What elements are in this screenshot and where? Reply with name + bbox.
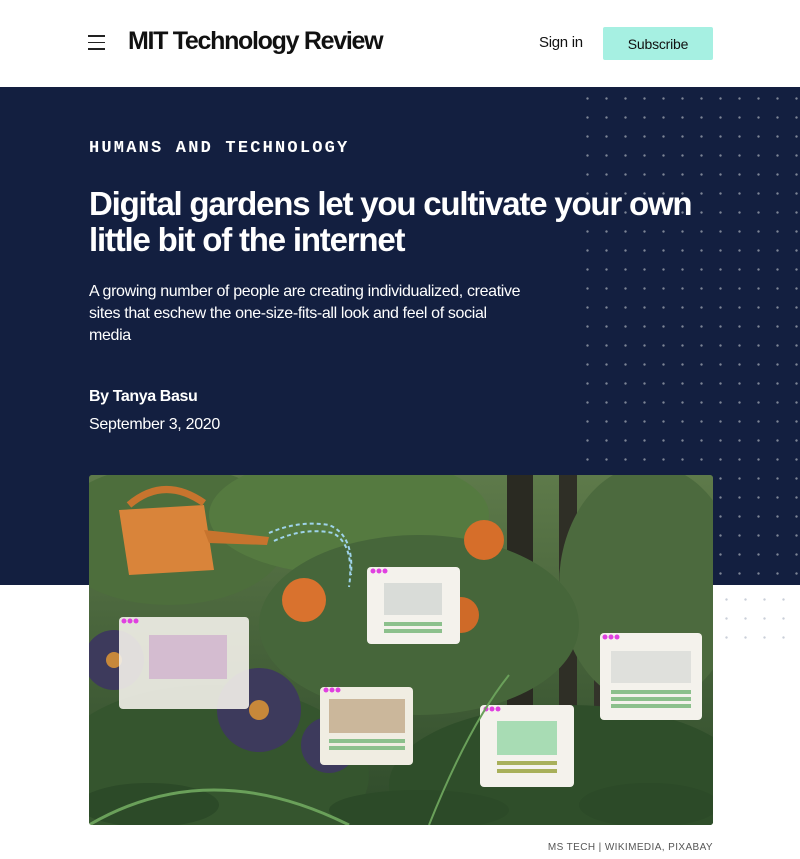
article-headline: Digital gardens let you cultivate your o… bbox=[89, 185, 693, 258]
byline: By Tanya Basu bbox=[89, 388, 198, 406]
sign-in-link[interactable]: Sign in bbox=[539, 34, 583, 51]
menu-icon[interactable] bbox=[88, 35, 105, 50]
site-logo[interactable]: MIT Technology Review bbox=[128, 27, 384, 56]
image-credit: MS TECH | WIKIMEDIA, PIXABAY bbox=[547, 842, 713, 853]
byline-prefix: By bbox=[89, 388, 113, 405]
garden-illustration bbox=[89, 475, 713, 825]
hero-illustration bbox=[89, 475, 713, 825]
site-header: MIT Technology Review Sign in Subscribe bbox=[0, 0, 800, 87]
subscribe-button[interactable]: Subscribe bbox=[603, 27, 713, 60]
article-dek: A growing number of people are creating … bbox=[89, 283, 521, 344]
publish-date: September 3, 2020 bbox=[89, 416, 220, 433]
topic-link[interactable]: HUMANS AND TECHNOLOGY bbox=[89, 139, 349, 158]
author-link[interactable]: Tanya Basu bbox=[113, 388, 198, 405]
dot-pattern-lower bbox=[712, 585, 800, 645]
